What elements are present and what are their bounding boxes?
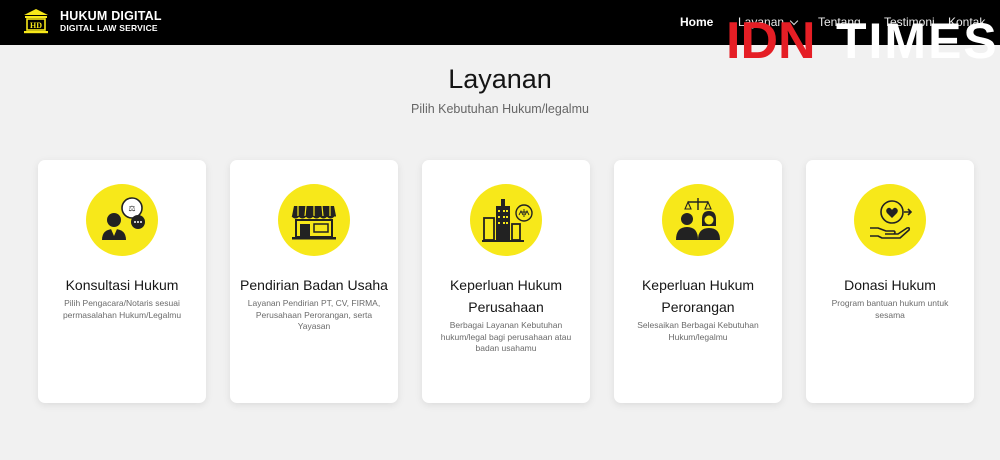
card-icon-circle	[278, 184, 350, 256]
top-navbar: HD HUKUM DIGITAL DIGITAL LAW SERVICE Hom…	[0, 0, 1000, 45]
card-description: Berbagai Layanan Kebutuhan hukum/legal b…	[440, 320, 572, 353]
card-icon-circle	[854, 184, 926, 256]
card-title: Keperluan Hukum Perorangan	[641, 277, 755, 315]
page-subtitle: Pilih Kebutuhan Hukum/legalmu	[411, 102, 589, 116]
people-justice-scale-icon	[676, 198, 720, 240]
service-card-pendirian[interactable]: Pendirian Badan Usaha Layanan Pendirian …	[230, 160, 398, 403]
service-card-hukum-perorangan[interactable]: Keperluan Hukum Perorangan Selesaikan Be…	[614, 160, 782, 403]
card-description: Program bantuan hukum untuk sesama	[831, 298, 949, 320]
nav-kontak[interactable]: Kontak	[948, 15, 985, 29]
card-description: Selesaikan Berbagai Kebutuhan Hukum/lega…	[637, 320, 759, 342]
card-description: Pilih Pengacara/Notaris sesuai permasala…	[62, 298, 182, 320]
nav-tentang[interactable]: Tentang	[818, 15, 861, 29]
nav-menu: Home Layanan Tentang Testimoni Kontak	[0, 15, 1000, 31]
card-icon-circle	[662, 184, 734, 256]
card-title: Donasi Hukum	[844, 277, 936, 293]
service-card-konsultasi[interactable]: ⚖ Konsultasi Hukum Pilih Pengacara/Notar…	[38, 160, 206, 403]
corporate-building-law-icon	[482, 199, 533, 242]
card-icon-circle: ⚖	[86, 184, 158, 256]
lawyer-consultation-icon: ⚖	[102, 197, 145, 240]
storefront-icon	[291, 205, 336, 240]
card-icon-circle	[470, 184, 542, 256]
service-card-hukum-perusahaan[interactable]: Keperluan Hukum Perusahaan Berbagai Laya…	[422, 160, 590, 403]
card-title: Pendirian Badan Usaha	[240, 277, 388, 293]
card-description: Layanan Pendirian PT, CV, FIRMA, Perusah…	[247, 298, 381, 331]
svg-text:⚖: ⚖	[128, 204, 135, 213]
card-title: Konsultasi Hukum	[65, 277, 179, 293]
nav-testimoni[interactable]: Testimoni	[884, 15, 935, 29]
nav-layanan[interactable]: Layanan	[738, 15, 799, 29]
nav-home[interactable]: Home	[680, 15, 713, 29]
hand-heart-donation-icon	[870, 200, 913, 239]
service-card-donasi[interactable]: Donasi Hukum Program bantuan hukum untuk…	[806, 160, 974, 403]
card-title: Keperluan Hukum Perusahaan	[449, 277, 563, 315]
page-title: Layanan	[448, 64, 552, 94]
chevron-down-icon	[789, 16, 799, 26]
nav-layanan-label: Layanan	[738, 15, 785, 29]
